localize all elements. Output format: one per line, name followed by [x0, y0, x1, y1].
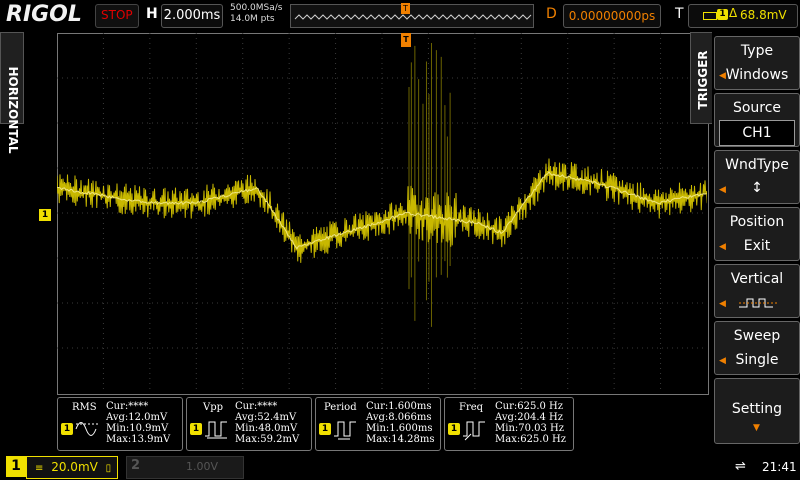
menu-vertical-title: Vertical	[730, 271, 784, 287]
vpp-pulse-icon	[205, 421, 227, 439]
bandwidth-limit-icon: ▯	[105, 463, 112, 474]
measurement-line: Cur:****	[106, 401, 149, 412]
delay-label: D	[546, 6, 557, 22]
measurement-channel-badge: 1	[319, 423, 331, 435]
timebase-value[interactable]: 2.000ms	[161, 4, 223, 28]
measurement-rms[interactable]: RMS 1 Cur:**** Avg:12.0mV Min:10.9mV Max:13…	[57, 397, 183, 451]
menu-position-button[interactable]: Position ◀ Exit	[714, 207, 800, 261]
sample-rate: 500.0MSa/s	[230, 3, 283, 13]
measurement-values: Cur:**** Avg:12.0mV Min:10.9mV Max:13.9mV	[106, 401, 170, 445]
menu-sweep-title: Sweep	[733, 328, 781, 344]
measurement-line: Cur:1.600ms	[366, 401, 432, 412]
waveform-display	[57, 33, 707, 393]
measurement-line: Min:10.9mV	[106, 423, 169, 434]
submenu-down-icon: ▼	[753, 423, 760, 433]
trigger-time-marker: T	[401, 33, 411, 47]
trigger-burst-traces	[408, 43, 451, 327]
memory-overview	[290, 4, 534, 28]
freq-pulse-icon	[463, 421, 485, 441]
menu-source-title: Source	[732, 100, 782, 116]
brand-logo: RIGOL	[6, 2, 82, 27]
delay-value[interactable]: 0.00000000ps	[563, 4, 661, 28]
trigger-level-value: 68.8mV	[740, 8, 787, 22]
channel1-offset-marker[interactable]: 1	[39, 209, 51, 221]
top-status-bar: RIGOL STOP H 2.000ms 500.0MSa/s 14.0M pt…	[0, 0, 800, 32]
dc-coupling-icon: ≡	[35, 463, 44, 474]
measurement-line: Max:59.2mV	[235, 434, 300, 445]
menu-sweep-button[interactable]: Sweep ◀ Single	[714, 321, 800, 375]
measurement-vpp[interactable]: Vpp 1 Cur:**** Avg:52.4mV Min:48.0mV Max:59…	[186, 397, 312, 451]
menu-type-title: Type	[740, 43, 774, 59]
grid-lines	[57, 33, 707, 393]
acquisition-info: 500.0MSa/s 14.0M pts	[230, 3, 282, 25]
period-pulse-icon	[334, 421, 356, 440]
menu-wndtype-button[interactable]: WndType ◀ ↕	[714, 150, 800, 204]
trigger-edge-icon	[703, 12, 717, 20]
measurement-line: Max:625.0 Hz	[495, 434, 567, 445]
channel2-number: 2	[131, 458, 141, 473]
measurement-channel-badge: 1	[448, 423, 460, 435]
measurement-values: Cur:**** Avg:52.4mV Min:48.0mV Max:59.2mV	[235, 401, 299, 445]
channel1-number: 1	[11, 458, 21, 474]
system-clock: 21:41	[762, 460, 797, 474]
measurement-channel-badge: 1	[61, 423, 73, 435]
menu-vertical-button[interactable]: Vertical ◀	[714, 264, 800, 318]
trigger-menu: Type ◀ Windows Source CH1 WndType ◀ ↕ Po…	[712, 32, 800, 447]
menu-type-value: Windows	[725, 67, 789, 83]
rms-sine-icon	[75, 422, 100, 436]
bottom-status-bar	[0, 453, 800, 480]
measurement-line: Avg:8.066ms	[366, 412, 432, 423]
menu-setting-title: Setting	[731, 401, 783, 417]
measurement-name: Period	[324, 402, 357, 413]
trigger-side-tab[interactable]: TRIGGER	[690, 32, 714, 124]
measurement-line: Min:1.600ms	[366, 423, 433, 434]
menu-sweep-value: Single	[735, 352, 779, 368]
menu-arrow-icon: ◀	[719, 299, 726, 309]
memory-depth: 14.0M pts	[230, 14, 275, 24]
menu-position-value: Exit	[743, 238, 771, 254]
trigger-position-marker: T	[401, 3, 410, 14]
delta-icon: Δ	[729, 6, 738, 20]
menu-setting-button[interactable]: Setting ▼	[714, 378, 800, 444]
horizontal-side-tab[interactable]: HORIZONTAL	[0, 32, 24, 154]
measurement-line: Avg:12.0mV	[106, 412, 168, 423]
trigger-label: T	[675, 6, 684, 22]
memory-overview-waveform	[294, 14, 532, 20]
measurement-line: Cur:625.0 Hz	[495, 401, 564, 412]
channel2-scale: 1.00V	[186, 460, 219, 473]
trigger-side-tab-label: TRIGGER	[696, 50, 710, 110]
measurement-line: Min:70.03 Hz	[495, 423, 565, 434]
menu-type-button[interactable]: Type ◀ Windows	[714, 36, 800, 90]
horizontal-side-tab-label: HORIZONTAL	[6, 66, 20, 154]
menu-wndtype-title: WndType	[725, 157, 789, 173]
usb-icon: ⇌	[735, 459, 746, 474]
measurement-line: Max:14.28ms	[366, 434, 435, 445]
measurement-name: Freq	[459, 402, 484, 413]
channel1-scale-box[interactable]: ≡ 20.0mV ▯	[26, 456, 118, 479]
vertical-window-icon	[739, 298, 777, 308]
channel1-trace	[57, 158, 707, 263]
menu-wndtype-value: ↕	[751, 180, 763, 196]
measurement-line: Avg:204.4 Hz	[495, 412, 564, 423]
measurement-line: Cur:****	[235, 401, 278, 412]
measurement-values: Cur:1.600ms Avg:8.066ms Min:1.600ms Max:14.…	[366, 401, 434, 445]
menu-source-button[interactable]: Source CH1	[714, 93, 800, 147]
measurement-name: Vpp	[203, 402, 224, 413]
measurement-period[interactable]: Period 1 Cur:1.600ms Avg:8.066ms Min:1.600…	[315, 397, 441, 451]
run-state-label: STOP	[101, 8, 133, 22]
trigger-channel-badge: 1	[717, 9, 728, 20]
menu-source-value: CH1	[719, 120, 795, 146]
measurement-line: Min:48.0mV	[235, 423, 298, 434]
measurement-line: Max:13.9mV	[106, 434, 171, 445]
measurement-channel-badge: 1	[190, 423, 202, 435]
measurement-values: Cur:625.0 Hz Avg:204.4 Hz Min:70.03 Hz Max:…	[495, 401, 566, 445]
measurement-name: RMS	[72, 402, 97, 413]
horizontal-label: H	[146, 6, 158, 22]
menu-position-title: Position	[729, 214, 785, 230]
channel1-scale: 20.0mV	[51, 460, 98, 474]
channel2-tab[interactable]	[126, 456, 244, 479]
measurement-freq[interactable]: Freq 1 Cur:625.0 Hz Avg:204.4 Hz Min:70.03…	[444, 397, 574, 451]
measurement-line: Avg:52.4mV	[235, 412, 297, 423]
